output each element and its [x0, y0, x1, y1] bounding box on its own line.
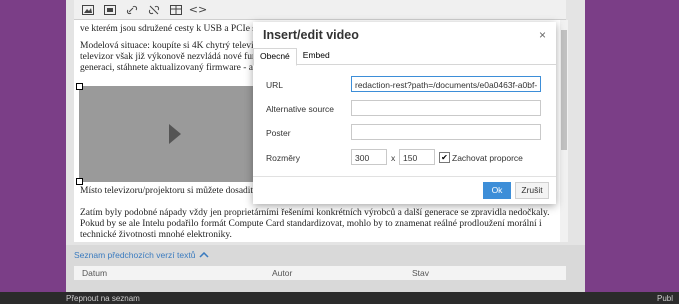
alt-source-label: Alternative source — [266, 104, 335, 114]
dialog-tabs: Obecné Embed — [253, 48, 556, 66]
url-input[interactable]: redaction-rest?path=/documents/e0a0463f-… — [351, 76, 541, 92]
paragraph: Zatím byly podobné nápady vždy jen propr… — [80, 208, 554, 241]
scrollbar-thumb[interactable] — [561, 30, 567, 150]
code-icon[interactable]: <> — [189, 3, 207, 17]
dimension-separator: x — [391, 153, 396, 163]
column-header: Stav — [412, 268, 430, 278]
left-purple-panel — [0, 0, 66, 304]
alt-source-input[interactable] — [351, 100, 541, 116]
editor-toolbar: <> — [74, 0, 566, 20]
unlink-icon[interactable] — [146, 3, 162, 17]
poster-label: Poster — [266, 128, 291, 138]
bottom-bar: Přepnout na seznam Publ — [0, 292, 679, 304]
paragraph-line: Pokud by se ale Intelu podařilo formát C… — [80, 219, 542, 229]
keep-ratio-label: Zachovat proporce — [452, 153, 523, 163]
editor-scrollbar[interactable] — [560, 20, 568, 242]
close-icon[interactable]: × — [539, 28, 546, 42]
column-header: Autor — [272, 268, 293, 278]
link-icon[interactable] — [124, 3, 140, 17]
image-icon[interactable] — [80, 3, 96, 17]
url-label: URL — [266, 80, 284, 90]
poster-input[interactable] — [351, 124, 541, 140]
paragraph-line: Modelová situace: koupíte si 4K chytrý t… — [80, 41, 258, 51]
versions-link-label: Seznam předchozích verzí textů — [74, 250, 196, 260]
paragraph: Místo televizoru/projektoru si můžete do… — [80, 186, 254, 196]
keep-ratio-checkbox[interactable]: ✔ — [439, 152, 450, 163]
versions-section: Seznam předchozích verzí textů Datum Aut… — [74, 250, 566, 280]
table-icon[interactable] — [168, 3, 184, 17]
resize-handle[interactable] — [76, 178, 83, 185]
switch-to-list-link[interactable]: Přepnout na seznam — [66, 294, 140, 303]
dimensions-label: Rozměry — [266, 153, 301, 163]
chevron-up-icon — [199, 250, 209, 260]
cancel-button[interactable]: Zrušit — [515, 182, 549, 199]
paragraph-line: technické životnosti mnohé elektroniky. — [80, 230, 232, 240]
paragraph-line: televizor však již výkonově nezvládá nov… — [80, 52, 257, 62]
media-icon[interactable] — [102, 3, 118, 17]
video-placeholder[interactable] — [76, 83, 272, 185]
versions-link[interactable]: Seznam předchozích verzí textů — [74, 250, 566, 260]
paragraph-line: Zatím byly podobné nápady vždy jen propr… — [80, 208, 550, 218]
width-input[interactable]: 300 — [351, 149, 387, 165]
publish-button[interactable]: Publ — [657, 294, 673, 303]
versions-table-header: Datum Autor Stav — [74, 266, 566, 280]
column-header: Datum — [82, 268, 108, 278]
insert-video-dialog: Insert/edit video × Obecné Embed URL red… — [253, 22, 556, 204]
right-purple-panel — [585, 0, 679, 304]
height-input[interactable]: 150 — [399, 149, 435, 165]
tab-embed[interactable]: Embed — [297, 48, 336, 64]
play-icon — [169, 124, 181, 144]
paragraph-line: generaci, stáhnete aktualizovaný firmwar… — [80, 63, 254, 73]
dialog-title: Insert/edit video — [263, 28, 359, 42]
ok-button[interactable]: Ok — [483, 182, 511, 199]
tab-general[interactable]: Obecné — [253, 48, 297, 66]
resize-handle[interactable] — [76, 83, 83, 90]
